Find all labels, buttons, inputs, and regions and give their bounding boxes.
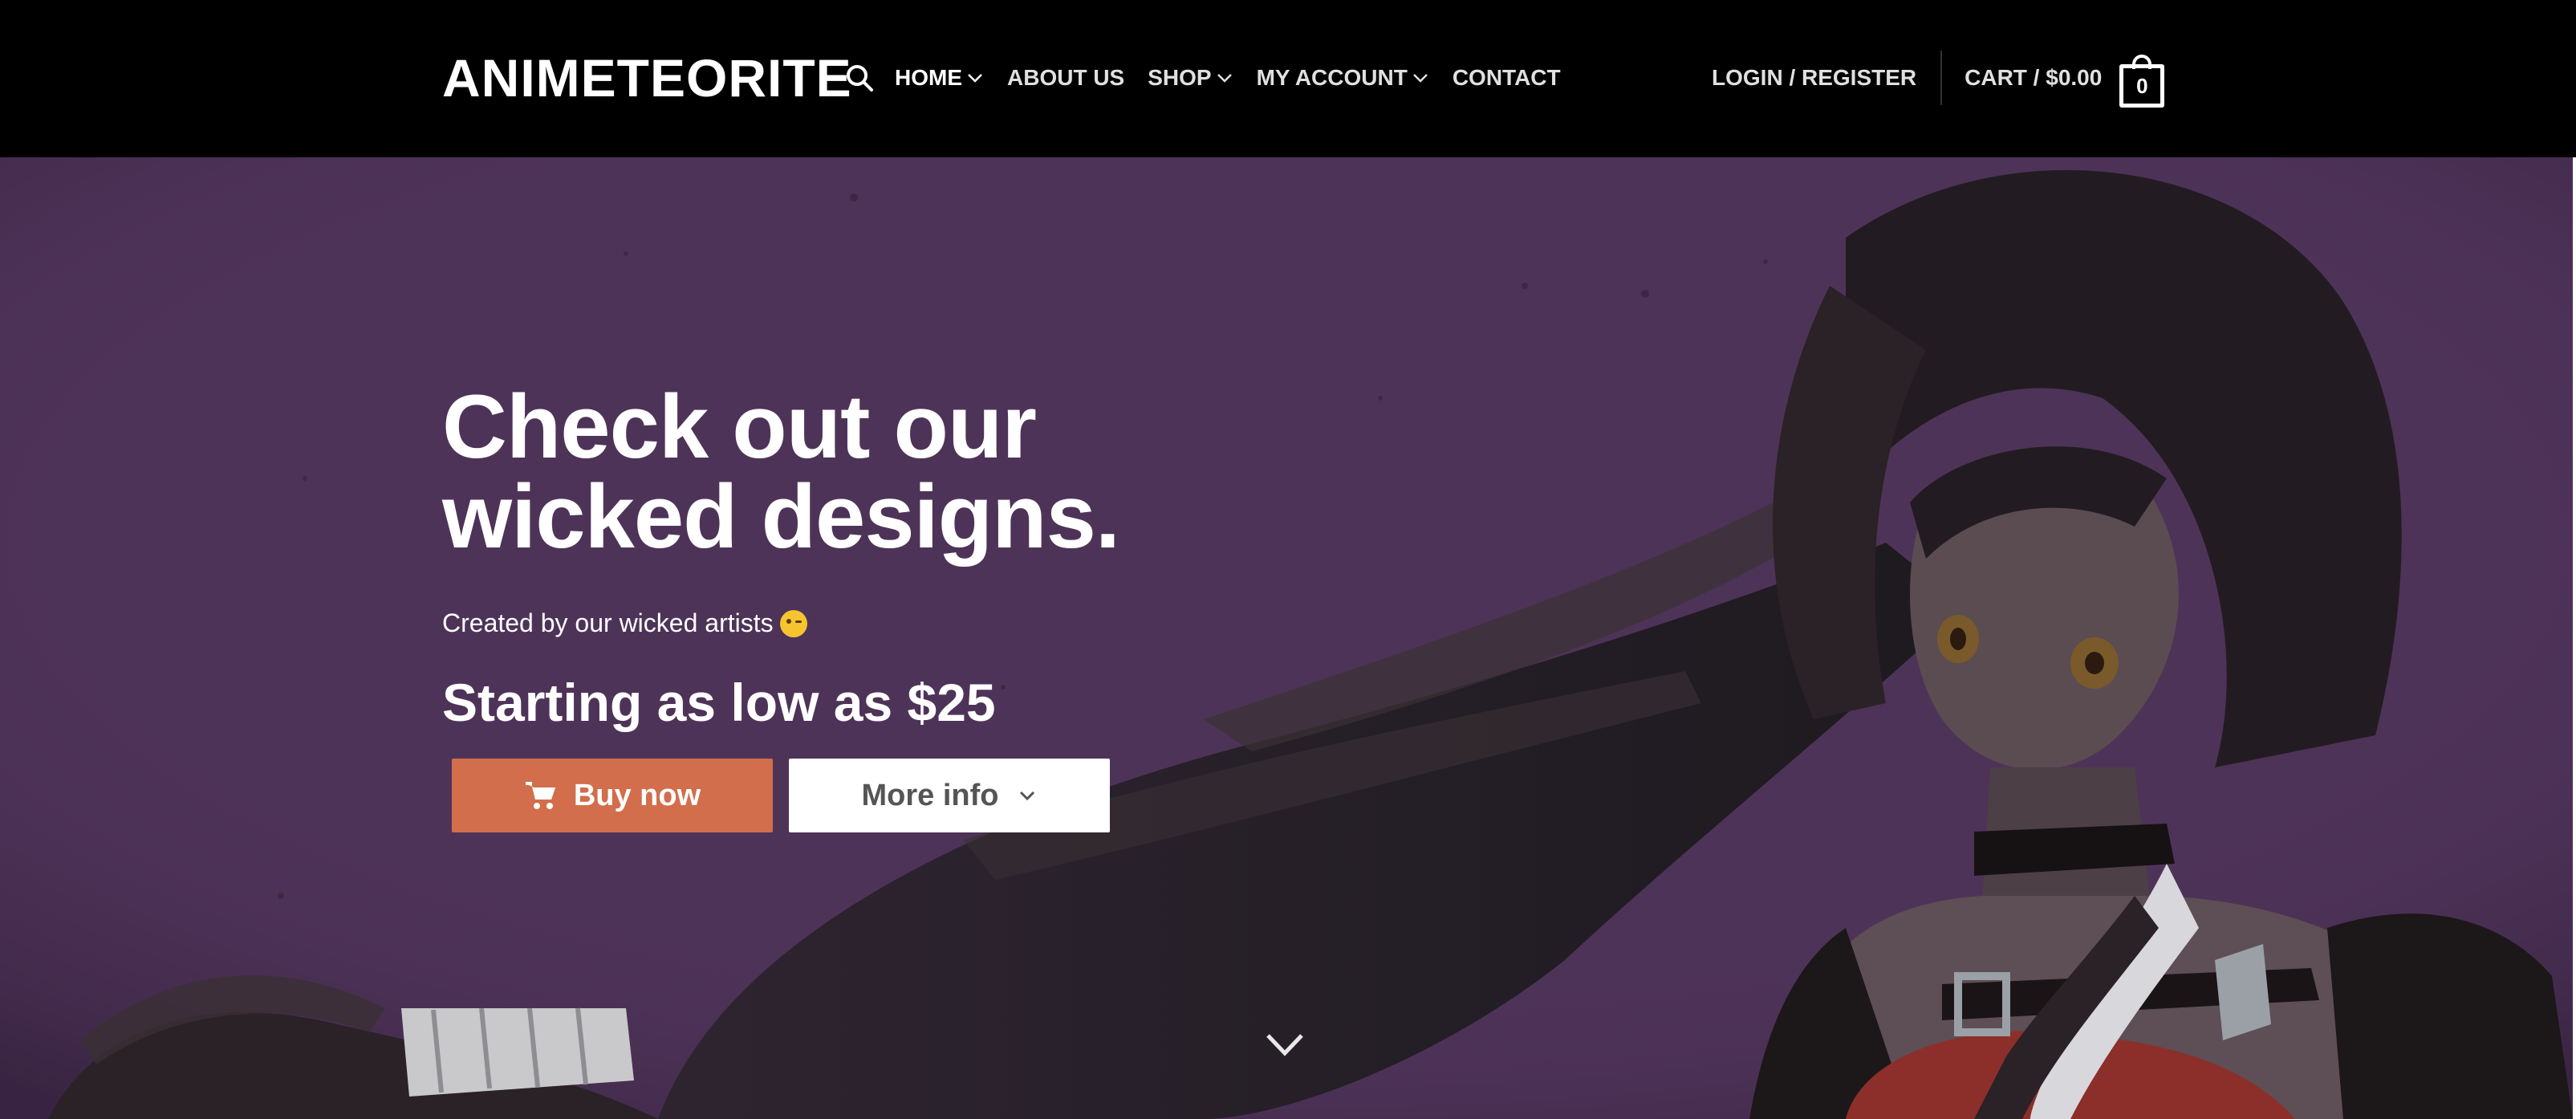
hero-subtitle: Created by our wicked artists: [442, 608, 1245, 638]
hero-heading-line-2: wicked designs.: [442, 466, 1120, 567]
chevron-down-icon: [1020, 791, 1035, 801]
hero-subtitle-text: Created by our wicked artists: [442, 608, 774, 637]
cart-bag-icon[interactable]: 0: [2119, 55, 2165, 108]
winking-face-icon: [779, 609, 807, 637]
nav-item-label: HOME: [895, 65, 962, 90]
login-register-link[interactable]: LOGIN / REGISTER: [1712, 65, 1916, 91]
hero-character-illustration: [0, 157, 2573, 1119]
nav-item-label: MY ACCOUNT: [1256, 65, 1408, 90]
nav-item-home[interactable]: HOME: [895, 65, 984, 91]
more-info-label: More info: [861, 778, 999, 812]
cart-count-badge: 0: [2119, 64, 2165, 108]
nav-item-label: ABOUT US: [1007, 65, 1125, 90]
chevron-down-icon: [1412, 74, 1428, 83]
nav-item-contact[interactable]: CONTACT: [1453, 65, 1561, 91]
nav-item-label: CONTACT: [1452, 65, 1561, 90]
site-logo[interactable]: ANIMETEORITE: [442, 42, 852, 114]
hero-heading-line-1: Check out our: [442, 376, 1037, 477]
main-nav: HOME ABOUT US SHOP MY ACCOUNT CONTACT: [895, 62, 1584, 94]
nav-item-label: SHOP: [1148, 65, 1212, 90]
hero-price-text: Starting as low as $25: [442, 673, 996, 732]
chevron-down-icon: [968, 74, 982, 83]
hero-banner: Check out our wicked designs. Created by…: [0, 157, 2573, 1119]
buy-now-button[interactable]: Buy now: [452, 759, 773, 832]
nav-item-shop[interactable]: SHOP: [1148, 65, 1233, 91]
nav-item-about-us[interactable]: ABOUT US: [1007, 65, 1124, 91]
page-edge: [2573, 157, 2576, 1119]
cart-icon: [525, 782, 555, 809]
hero-content: Check out our wicked designs. Created by…: [442, 382, 1245, 832]
cart-link[interactable]: CART / $0.00: [1965, 65, 2102, 91]
scroll-down-icon[interactable]: [1265, 1032, 1305, 1058]
hero-heading: Check out our wicked designs.: [442, 382, 1245, 562]
nav-item-my-account[interactable]: MY ACCOUNT: [1257, 65, 1429, 91]
header-divider: [1940, 51, 1943, 105]
chevron-down-icon: [1217, 74, 1232, 83]
buy-now-label: Buy now: [573, 778, 701, 812]
header-account-area: LOGIN / REGISTER CART / $0.00 0: [1712, 50, 2165, 108]
search-icon[interactable]: [845, 63, 874, 92]
site-header: ANIMETEORITE HOME ABOUT US SHOP MY ACCOU…: [0, 0, 2576, 157]
more-info-button[interactable]: More info: [789, 759, 1110, 832]
hero-buttons: Buy now More info: [442, 759, 1245, 832]
